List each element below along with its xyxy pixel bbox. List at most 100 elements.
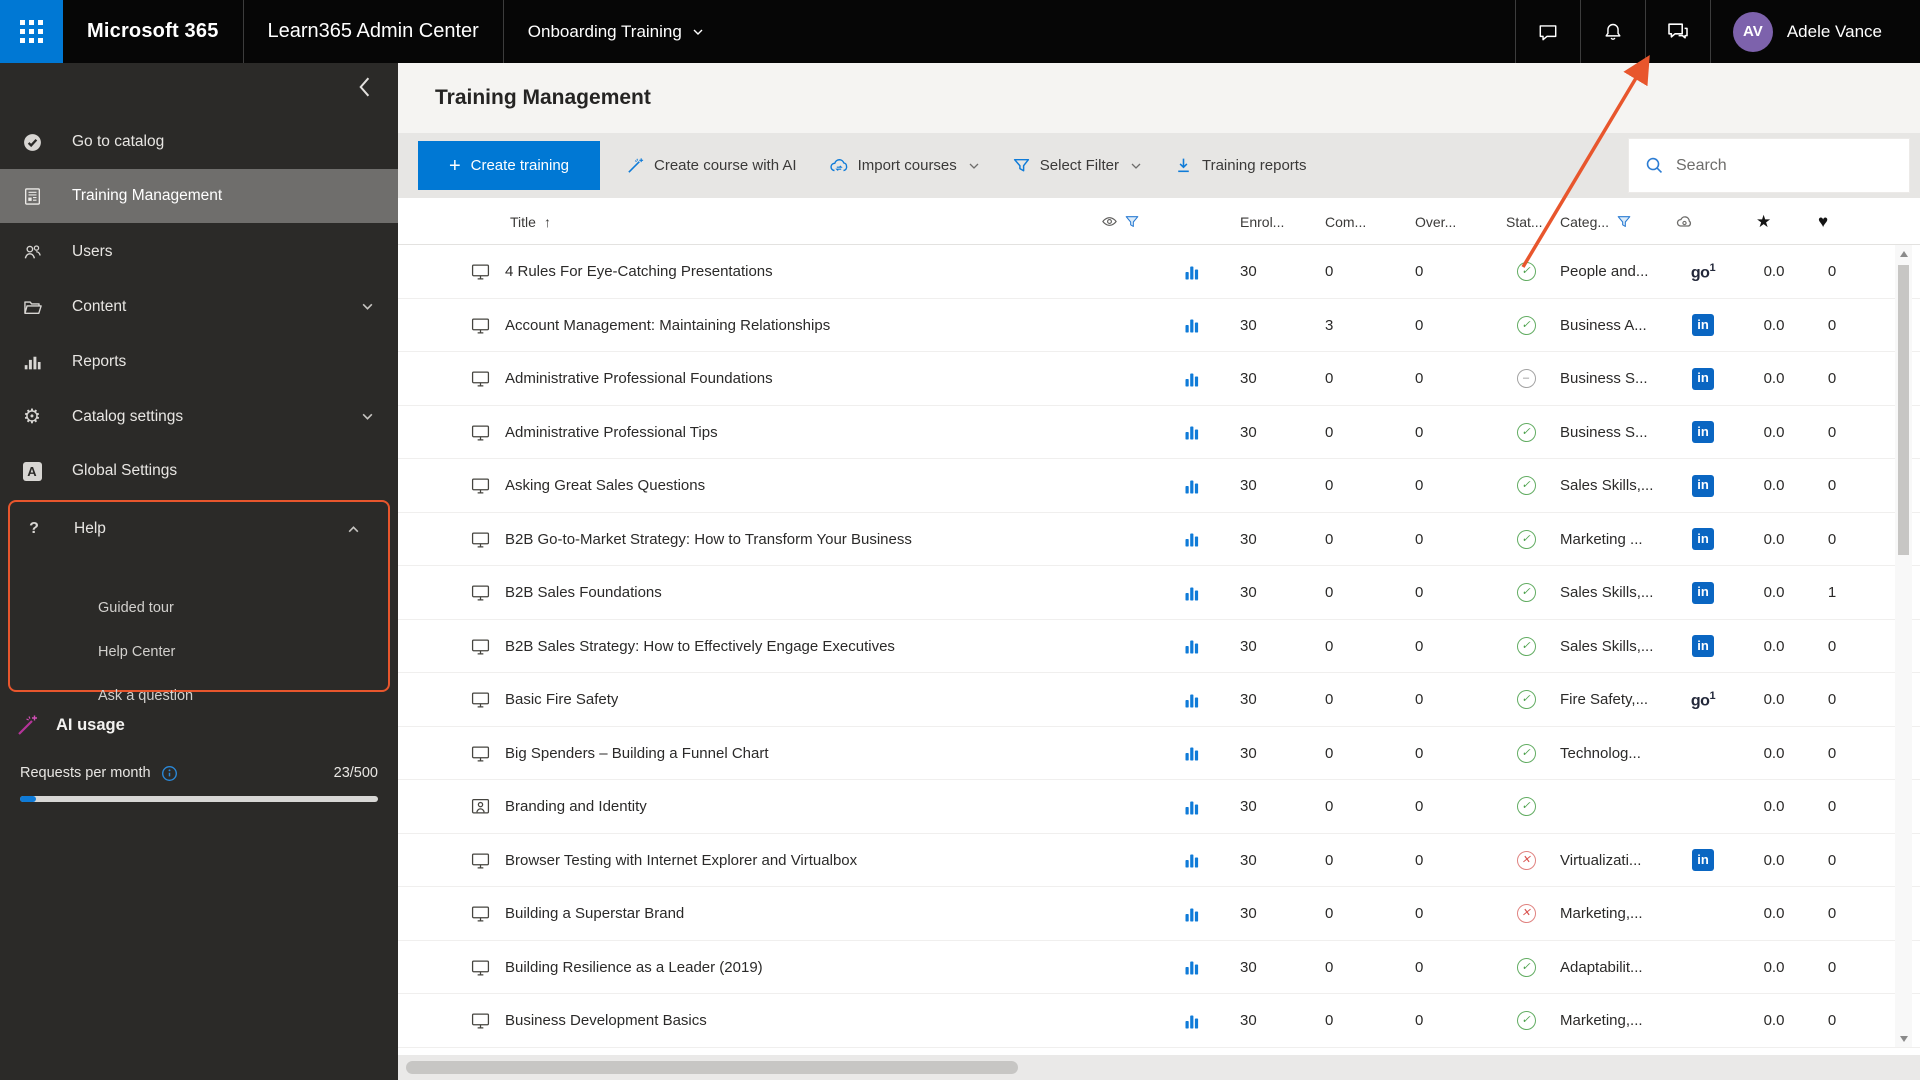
table-row[interactable]: Business Development Basics 30 0 0 ✓ Mar… xyxy=(398,994,1920,1048)
statistics-chart-icon[interactable] xyxy=(1184,994,1202,1048)
category-filter-funnel-icon[interactable] xyxy=(1616,214,1632,230)
table-row[interactable]: Basic Fire Safety 30 0 0 ✓ Fire Safety,.… xyxy=(398,673,1920,727)
sidebar-subitem-help-center[interactable]: Help Center xyxy=(98,644,175,660)
table-row[interactable]: Administrative Professional Foundations … xyxy=(398,352,1920,406)
monitor-icon xyxy=(471,904,490,923)
notifications-button[interactable] xyxy=(1579,0,1645,63)
table-row[interactable]: B2B Go-to-Market Strategy: How to Transf… xyxy=(398,512,1920,567)
column-header-status[interactable]: Stat... xyxy=(1506,198,1543,245)
visibility-column-icon[interactable] xyxy=(1101,213,1118,230)
vertical-scrollbar[interactable] xyxy=(1895,245,1912,1047)
import-courses-button[interactable]: Import courses xyxy=(823,155,986,177)
sidebar-item-catalog-settings[interactable]: ⚙ Catalog settings xyxy=(0,390,398,444)
column-header-category[interactable]: Categ... xyxy=(1560,198,1632,245)
monitor-icon xyxy=(471,958,490,977)
rating-column-star-icon[interactable]: ★ xyxy=(1756,198,1771,245)
course-title[interactable]: Business Development Basics xyxy=(505,994,707,1048)
divider xyxy=(502,0,504,63)
likes-count: 0 xyxy=(1827,477,1837,495)
scroll-down-arrow[interactable] xyxy=(1895,1030,1912,1047)
statistics-chart-icon[interactable] xyxy=(1184,620,1202,674)
course-title[interactable]: Browser Testing with Internet Explorer a… xyxy=(505,834,857,888)
course-title[interactable]: 4 Rules For Eye-Catching Presentations xyxy=(505,245,773,299)
course-title[interactable]: Building a Superstar Brand xyxy=(505,887,684,941)
scroll-up-arrow[interactable] xyxy=(1895,245,1912,262)
table-body: 4 Rules For Eye-Catching Presentations 3… xyxy=(398,245,1920,1048)
statistics-chart-icon[interactable] xyxy=(1184,299,1202,353)
horizontal-scroll-thumb[interactable] xyxy=(406,1061,1018,1074)
statistics-chart-icon[interactable] xyxy=(1184,834,1202,888)
statistics-chart-icon[interactable] xyxy=(1184,780,1202,834)
statistics-chart-icon[interactable] xyxy=(1184,459,1202,513)
column-header-overdue[interactable]: Over... xyxy=(1415,198,1456,245)
table-row[interactable]: Building Resilience as a Leader (2019) 3… xyxy=(398,940,1920,995)
sidebar-item-global-settings[interactable]: A Global Settings xyxy=(0,444,398,498)
statistics-chart-icon[interactable] xyxy=(1184,566,1202,620)
training-reports-button[interactable]: Training reports xyxy=(1168,155,1313,176)
create-training-button[interactable]: + Create training xyxy=(418,141,600,190)
statistics-chart-icon[interactable] xyxy=(1184,406,1202,460)
sidebar-item-content[interactable]: Content xyxy=(0,280,398,334)
table-row[interactable]: Administrative Professional Tips 30 0 0 … xyxy=(398,405,1920,460)
sidebar-item-help[interactable]: ? Help xyxy=(2,505,392,553)
course-title[interactable]: Basic Fire Safety xyxy=(505,673,618,727)
title-filter-funnel-icon[interactable] xyxy=(1124,214,1140,230)
linkedin-icon: in xyxy=(1692,528,1714,551)
statistics-chart-icon[interactable] xyxy=(1184,513,1202,567)
table-row[interactable]: Browser Testing with Internet Explorer a… xyxy=(398,833,1920,888)
requests-progress-bar xyxy=(20,796,378,802)
chat-button[interactable] xyxy=(1514,0,1580,63)
sidebar-collapse-button[interactable] xyxy=(350,73,378,101)
table-row[interactable]: B2B Sales Strategy: How to Effectively E… xyxy=(398,619,1920,674)
course-title[interactable]: B2B Sales Strategy: How to Effectively E… xyxy=(505,620,895,674)
course-catalog-switcher[interactable]: Onboarding Training xyxy=(528,22,704,42)
table-row[interactable]: Building a Superstar Brand 30 0 0 ✕ Mark… xyxy=(398,887,1920,941)
select-filter-button[interactable]: Select Filter xyxy=(1006,155,1148,176)
search-input[interactable] xyxy=(1674,155,1884,176)
table-row[interactable]: Big Spenders – Building a Funnel Chart 3… xyxy=(398,726,1920,781)
table-row[interactable]: Asking Great Sales Questions 30 0 0 ✓ Sa… xyxy=(398,459,1920,513)
statistics-chart-icon[interactable] xyxy=(1184,727,1202,781)
sidebar-item-users[interactable]: Users xyxy=(0,225,398,279)
course-title[interactable]: B2B Sales Foundations xyxy=(505,566,662,620)
course-title[interactable]: Asking Great Sales Questions xyxy=(505,459,705,513)
table-row[interactable]: B2B Sales Foundations 30 0 0 ✓ Sales Ski… xyxy=(398,566,1920,620)
sidebar-subitem-guided-tour[interactable]: Guided tour xyxy=(98,600,174,616)
brand-title[interactable]: Microsoft 365 xyxy=(87,20,219,43)
course-title[interactable]: Administrative Professional Tips xyxy=(505,406,718,460)
monitor-icon xyxy=(471,744,490,763)
horizontal-scrollbar[interactable] xyxy=(398,1055,1920,1080)
course-title[interactable]: Big Spenders – Building a Funnel Chart xyxy=(505,727,769,781)
course-title[interactable]: Branding and Identity xyxy=(505,780,647,834)
column-header-title[interactable]: Title ↑ xyxy=(510,198,551,245)
statistics-chart-icon[interactable] xyxy=(1184,352,1202,406)
create-course-with-ai-button[interactable]: Create course with AI xyxy=(620,155,803,176)
info-icon[interactable] xyxy=(161,765,178,782)
provider-column-cloud-icon[interactable] xyxy=(1675,198,1695,245)
feedback-button[interactable] xyxy=(1644,0,1710,63)
column-header-enrolled[interactable]: Enrol... xyxy=(1240,198,1284,245)
enrolled-count: 30 xyxy=(1240,370,1257,388)
app-launcher-button[interactable] xyxy=(0,0,63,63)
sidebar-item-go-to-catalog[interactable]: Go to catalog xyxy=(0,115,398,169)
vertical-scroll-thumb[interactable] xyxy=(1898,265,1909,555)
column-header-completed[interactable]: Com... xyxy=(1325,198,1366,245)
people-icon xyxy=(20,242,44,263)
statistics-chart-icon[interactable] xyxy=(1184,941,1202,995)
statistics-chart-icon[interactable] xyxy=(1184,673,1202,727)
sidebar-item-training-management[interactable]: Training Management xyxy=(0,169,398,223)
statistics-chart-icon[interactable] xyxy=(1184,245,1202,299)
course-title[interactable]: Account Management: Maintaining Relation… xyxy=(505,299,830,353)
sidebar-item-reports[interactable]: Reports xyxy=(0,335,398,389)
table-row[interactable]: 4 Rules For Eye-Catching Presentations 3… xyxy=(398,245,1920,299)
likes-column-heart-icon[interactable]: ♥ xyxy=(1818,198,1828,245)
course-title[interactable]: B2B Go-to-Market Strategy: How to Transf… xyxy=(505,513,912,567)
rating-value: 0.0 xyxy=(1763,423,1785,441)
course-title[interactable]: Building Resilience as a Leader (2019) xyxy=(505,941,763,995)
search-box[interactable] xyxy=(1628,138,1910,193)
account-menu[interactable]: AV Adele Vance xyxy=(1709,0,1920,63)
course-title[interactable]: Administrative Professional Foundations xyxy=(505,352,773,406)
table-row[interactable]: Branding and Identity 30 0 0 ✓ in go1 0.… xyxy=(398,780,1920,834)
table-row[interactable]: Account Management: Maintaining Relation… xyxy=(398,298,1920,353)
statistics-chart-icon[interactable] xyxy=(1184,887,1202,941)
